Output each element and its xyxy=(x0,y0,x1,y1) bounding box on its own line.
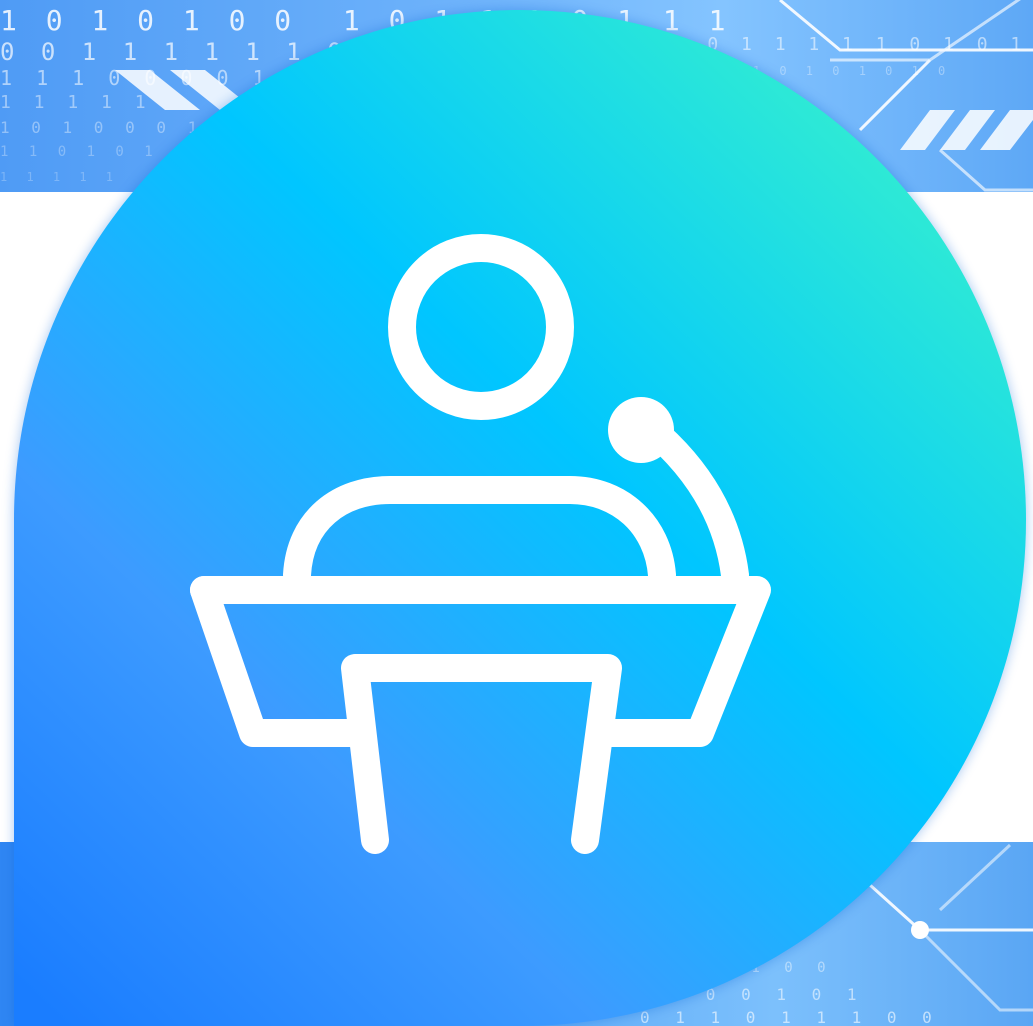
stage: 1 0 1 0 1 0 0 1 0 1 1 1 0 1 1 1 0 0 1 1 … xyxy=(0,0,1033,1026)
speaker-podium-badge xyxy=(14,10,1026,1026)
badge-shape xyxy=(14,10,1026,1026)
microphone-head xyxy=(608,397,674,463)
